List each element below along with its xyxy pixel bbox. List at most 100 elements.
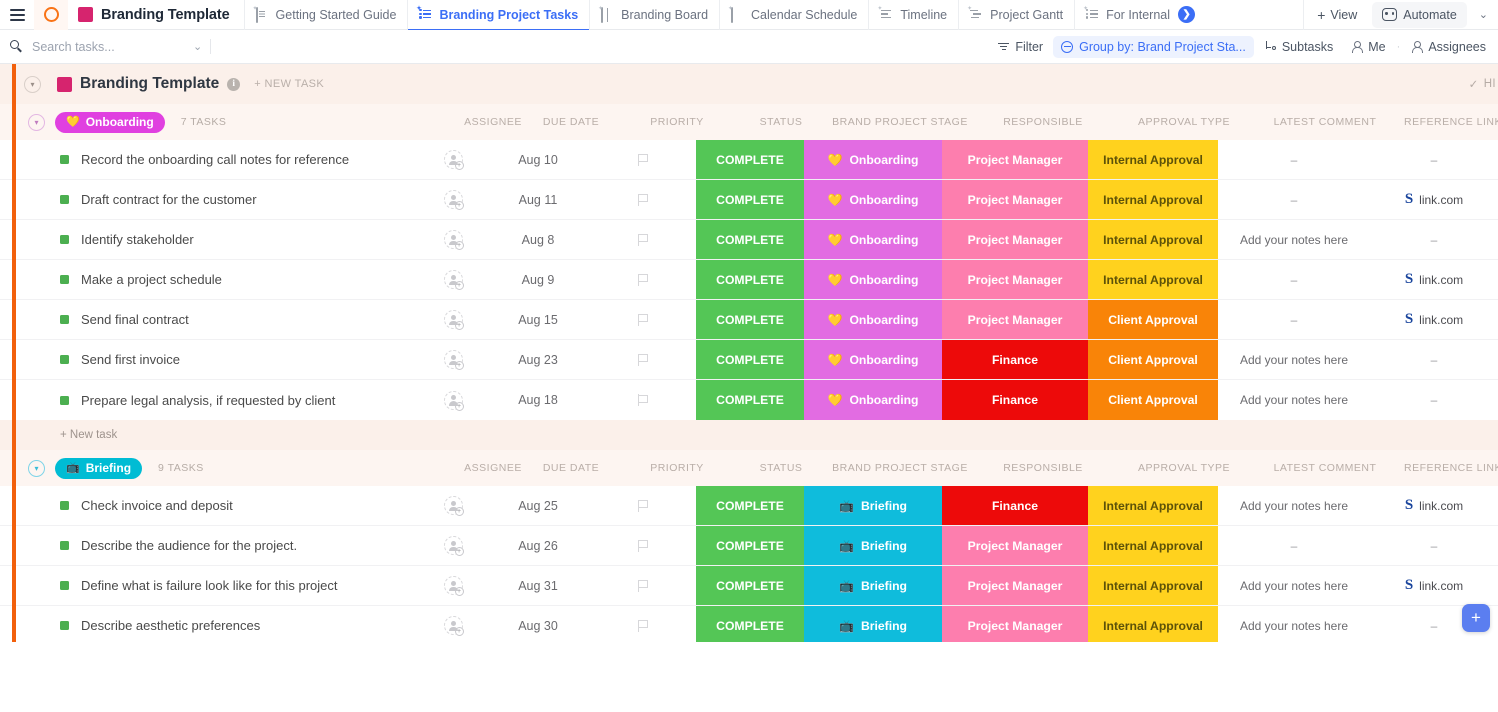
add-assignee-avatar-icon[interactable]: + [443,390,464,411]
group-by-button[interactable]: Group by: Brand Project Sta... [1053,35,1254,58]
assignee-cell[interactable]: + [420,486,486,525]
task-name-cell[interactable]: Draft contract for the customer [0,180,420,219]
responsible-cell[interactable]: Project Manager [942,180,1088,219]
status-cell[interactable]: COMPLETE [696,606,804,642]
chevron-down-icon[interactable]: ⌄ [1469,8,1498,21]
search-chevron-down-icon[interactable]: ⌄ [193,40,202,53]
status-cell[interactable]: COMPLETE [696,380,804,420]
reference-link-cell[interactable]: – [1370,140,1498,179]
tab-branding-board[interactable]: ✦ Branding Board [589,0,719,30]
status-cell[interactable]: COMPLETE [696,220,804,259]
priority-cell[interactable] [590,220,696,259]
flag-icon[interactable] [637,313,649,326]
group-badge[interactable]: 📺 Briefing [55,457,143,479]
task-name-cell[interactable]: Prepare legal analysis, if requested by … [0,380,420,420]
reference-link-cell[interactable]: S link.com [1370,486,1498,525]
brand-project-stage-cell[interactable]: 💛 Onboarding [804,260,942,299]
hide-button[interactable]: ✓ HI [1469,77,1498,91]
task-name-cell[interactable]: Send first invoice [0,340,420,379]
approval-type-cell[interactable]: Internal Approval [1088,140,1218,179]
brand-project-stage-cell[interactable]: 💛 Onboarding [804,380,942,420]
add-assignee-avatar-icon[interactable]: + [443,616,464,636]
latest-comment-cell[interactable]: – [1218,140,1370,179]
approval-type-cell[interactable]: Client Approval [1088,380,1218,420]
priority-cell[interactable] [590,300,696,339]
brand-project-stage-cell[interactable]: 📺 Briefing [804,566,942,605]
assignee-cell[interactable]: + [420,566,486,605]
automate-button[interactable]: Automate [1372,1,1467,28]
column-header-due-date[interactable]: DUE DATE [543,116,599,128]
add-assignee-avatar-icon[interactable]: + [443,310,464,330]
assignee-cell[interactable]: + [420,380,486,420]
due-date-cell[interactable]: Aug 9 [486,260,590,299]
due-date-cell[interactable]: Aug 30 [486,606,590,642]
reference-link-cell[interactable]: – [1370,526,1498,565]
priority-cell[interactable] [590,340,696,379]
collapse-list-icon[interactable]: ▾ [24,75,41,93]
flag-icon[interactable] [637,153,649,166]
reference-link-cell[interactable]: S link.com [1370,300,1498,339]
column-header-assignee[interactable]: ASSIGNEE [464,116,522,128]
responsible-cell[interactable]: Project Manager [942,526,1088,565]
collapse-group-icon[interactable]: ▾ [28,113,45,131]
flag-icon[interactable] [637,353,649,366]
add-assignee-avatar-icon[interactable]: + [443,150,464,170]
flag-icon[interactable] [637,619,649,632]
reference-link-cell[interactable]: – [1370,220,1498,259]
task-name-cell[interactable]: Make a project schedule [0,260,420,299]
column-header-brand-project-stage[interactable]: BRAND PROJECT STAGE [832,462,968,474]
brand-project-stage-cell[interactable]: 💛 Onboarding [804,220,942,259]
flag-icon[interactable] [637,233,649,246]
group-badge[interactable]: 💛 Onboarding [55,111,165,133]
column-header-status[interactable]: STATUS [760,116,803,128]
assignees-filter-button[interactable]: Assignees [1403,36,1494,58]
responsible-cell[interactable]: Project Manager [942,260,1088,299]
table-row[interactable]: Define what is failure look like for thi… [0,566,1498,606]
column-header-responsible[interactable]: RESPONSIBLE [1003,462,1083,474]
task-name-cell[interactable]: Describe aesthetic preferences [0,606,420,642]
task-name-cell[interactable]: Describe the audience for the project. [0,526,420,565]
latest-comment-cell[interactable]: Add your notes here [1218,220,1370,259]
responsible-cell[interactable]: Project Manager [942,140,1088,179]
add-button-fab[interactable]: + [1462,604,1490,632]
responsible-cell[interactable]: Project Manager [942,606,1088,642]
latest-comment-cell[interactable]: – [1218,260,1370,299]
column-header-priority[interactable]: PRIORITY [650,116,704,128]
add-assignee-avatar-icon[interactable]: + [443,190,464,210]
task-name-cell[interactable]: Check invoice and deposit [0,486,420,525]
add-assignee-avatar-icon[interactable]: + [443,536,464,556]
responsible-cell[interactable]: Finance [942,486,1088,525]
priority-cell[interactable] [590,566,696,605]
column-header-latest-comment[interactable]: LATEST COMMENT [1274,462,1377,474]
approval-type-cell[interactable]: Internal Approval [1088,180,1218,219]
status-cell[interactable]: COMPLETE [696,566,804,605]
reference-link-cell[interactable]: – [1370,380,1498,420]
reference-link-cell[interactable]: S link.com [1370,180,1498,219]
assignee-cell[interactable]: + [420,220,486,259]
add-assignee-avatar-icon[interactable]: + [443,230,464,250]
status-cell[interactable]: COMPLETE [696,486,804,525]
search-input[interactable] [32,39,192,54]
tab-timeline[interactable]: ✦ Timeline [868,0,958,30]
table-row[interactable]: Send final contract + Aug 15 COMPLETE 💛 … [0,300,1498,340]
status-cell[interactable]: COMPLETE [696,260,804,299]
assignee-cell[interactable]: + [420,526,486,565]
latest-comment-cell[interactable]: Add your notes here [1218,566,1370,605]
info-icon[interactable]: i [227,77,241,91]
assignee-cell[interactable]: + [420,140,486,179]
space-chip[interactable]: Branding Template [68,0,244,30]
status-cell[interactable]: COMPLETE [696,180,804,219]
new-task-row[interactable]: + New task [0,420,1498,450]
approval-type-cell[interactable]: Internal Approval [1088,260,1218,299]
add-view-button[interactable]: + View [1303,0,1370,30]
due-date-cell[interactable]: Aug 11 [486,180,590,219]
table-row[interactable]: Record the onboarding call notes for ref… [0,140,1498,180]
flag-icon[interactable] [637,193,649,206]
brand-project-stage-cell[interactable]: 💛 Onboarding [804,300,942,339]
filter-button[interactable]: Filter [990,36,1051,58]
table-row[interactable]: Draft contract for the customer + Aug 11… [0,180,1498,220]
column-header-responsible[interactable]: RESPONSIBLE [1003,116,1083,128]
due-date-cell[interactable]: Aug 31 [486,566,590,605]
approval-type-cell[interactable]: Client Approval [1088,300,1218,339]
approval-type-cell[interactable]: Internal Approval [1088,486,1218,525]
